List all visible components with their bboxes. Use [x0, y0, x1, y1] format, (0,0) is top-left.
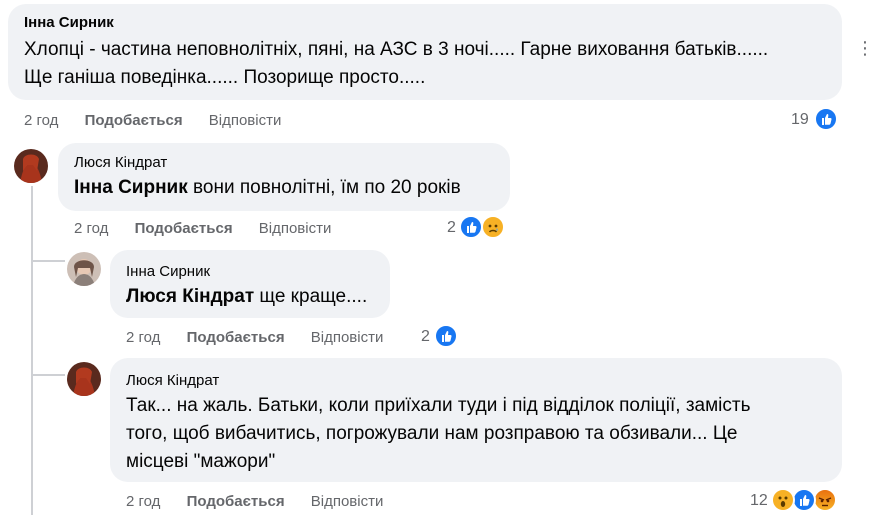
- comment-time[interactable]: 2 год: [24, 112, 58, 129]
- comment-time[interactable]: 2 год: [74, 220, 108, 237]
- comment-time[interactable]: 2 год: [126, 493, 160, 510]
- comment-actions: 2 год Подобається Відповісти: [126, 493, 383, 510]
- mention-link[interactable]: Інна Сирник: [74, 177, 188, 198]
- comment-text-line: Так... на жаль. Батьки, коли приїхали ту…: [126, 395, 751, 416]
- reaction-count[interactable]: 2: [421, 328, 430, 346]
- like-icon[interactable]: [459, 215, 483, 239]
- comment-author[interactable]: Інна Сирник: [24, 14, 114, 31]
- like-button[interactable]: Подобається: [187, 329, 285, 346]
- comment-actions: 2 год Подобається Відповісти: [24, 112, 281, 129]
- like-button[interactable]: Подобається: [85, 112, 183, 129]
- reaction-count[interactable]: 2: [447, 219, 456, 237]
- reaction-count[interactable]: 12: [750, 492, 768, 510]
- like-button[interactable]: Подобається: [187, 493, 285, 510]
- comment-text-line: того, щоб вибачитись, погрожували нам ро…: [126, 423, 738, 444]
- sad-icon[interactable]: [481, 215, 505, 239]
- reply-button[interactable]: Відповісти: [209, 112, 282, 129]
- comment-text-line: ще краще....: [254, 286, 368, 307]
- comment-author[interactable]: Інна Сирник: [126, 263, 210, 280]
- comment-text: Люся Кіндрат ще краще....: [126, 283, 367, 311]
- thread-line: [31, 374, 65, 376]
- reply-button[interactable]: Відповісти: [311, 329, 384, 346]
- like-icon[interactable]: [434, 324, 458, 348]
- reply-button[interactable]: Відповісти: [311, 493, 384, 510]
- thread-line: [31, 186, 33, 515]
- comment-author[interactable]: Люся Кіндрат: [74, 154, 167, 171]
- reply-button[interactable]: Відповісти: [259, 220, 332, 237]
- comment-time[interactable]: 2 год: [126, 329, 160, 346]
- more-options-icon[interactable]: ⋮: [856, 38, 873, 59]
- mention-link[interactable]: Люся Кіндрат: [126, 286, 254, 307]
- comment-actions: 2 год Подобається Відповісти: [126, 329, 383, 346]
- wow-icon[interactable]: [771, 488, 795, 512]
- like-icon[interactable]: [814, 107, 838, 131]
- comment-text-line: вони повнолітні, їм по 20 років: [187, 177, 461, 198]
- comment-text-line: місцеві "мажори": [126, 451, 276, 472]
- thread-line: [31, 260, 65, 262]
- comment-text-line: Хлопці - частина неповнолітніх, пяні, на…: [24, 39, 769, 60]
- avatar[interactable]: [14, 149, 48, 183]
- comment-text-line: Ще ганіша поведінка...... Позорище прост…: [24, 67, 426, 88]
- like-button[interactable]: Подобається: [135, 220, 233, 237]
- reaction-count[interactable]: 19: [791, 111, 809, 129]
- avatar[interactable]: [67, 252, 101, 286]
- angry-icon[interactable]: [813, 488, 837, 512]
- comment-actions: 2 год Подобається Відповісти: [74, 220, 331, 237]
- avatar[interactable]: [67, 362, 101, 396]
- like-icon[interactable]: [792, 488, 816, 512]
- comment-text: Інна Сирник вони повнолітні, їм по 20 ро…: [74, 174, 461, 202]
- comment-author[interactable]: Люся Кіндрат: [126, 372, 219, 389]
